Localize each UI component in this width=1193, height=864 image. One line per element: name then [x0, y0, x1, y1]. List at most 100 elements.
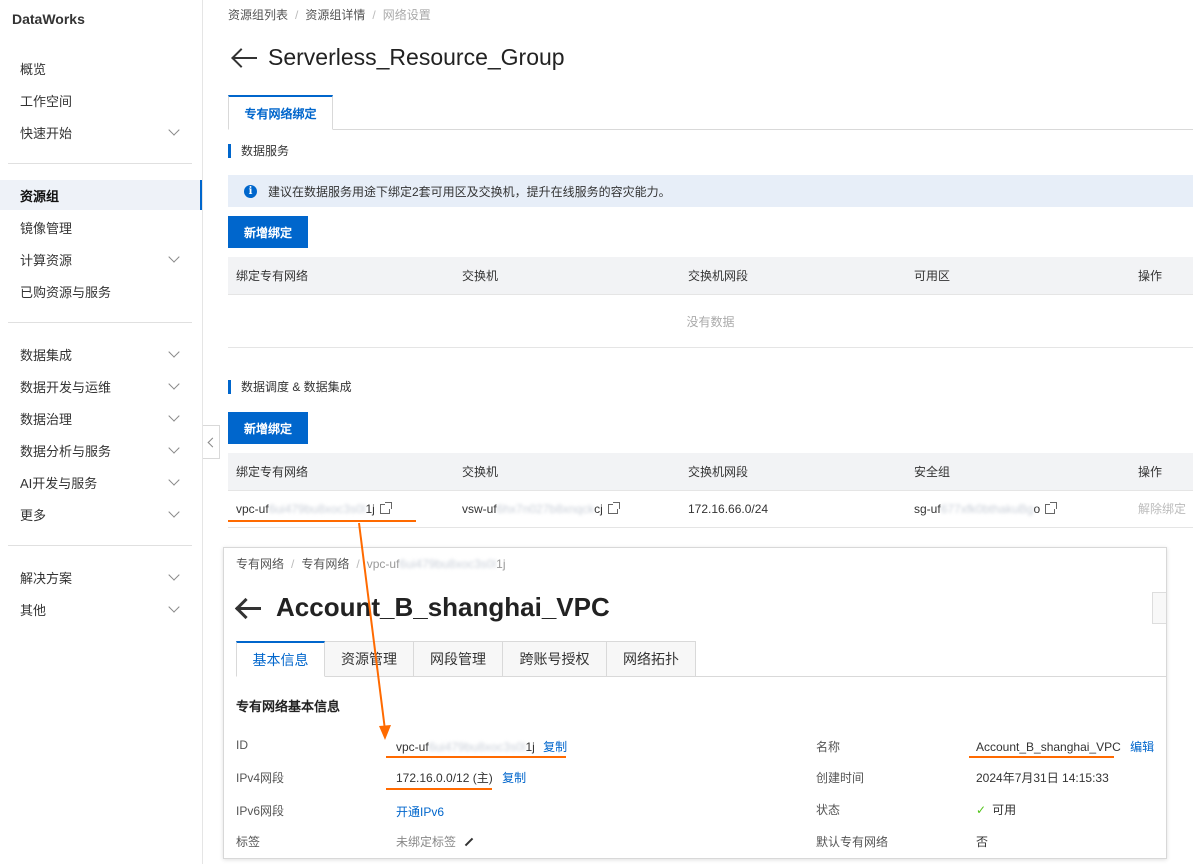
empty-table-message: 没有数据 — [228, 295, 1193, 348]
section-title-data-service: 数据服务 — [228, 144, 289, 158]
tab-cidr-management[interactable]: 网段管理 — [414, 641, 503, 677]
chevron-down-icon — [168, 124, 180, 136]
sidebar-item-label: 工作空间 — [20, 93, 73, 109]
chevron-down-icon — [168, 601, 180, 613]
column-header: 交换机 — [462, 269, 499, 283]
security-group-link[interactable]: sg-uf677xfk0bthakuBgo — [914, 491, 1058, 528]
chevron-down-icon — [168, 410, 180, 422]
tab-resource-management[interactable]: 资源管理 — [325, 641, 414, 677]
unbind-button[interactable]: 解除绑定 — [1138, 491, 1186, 528]
highlight-underline — [386, 756, 566, 758]
edit-name-button[interactable]: 编辑 — [1130, 740, 1154, 754]
highlight-underline — [228, 520, 416, 522]
vswitch-id-suffix: cj — [594, 502, 603, 516]
ipv4-label: IPv4网段 — [236, 771, 285, 785]
default-vpc-label: 默认专有网络 — [816, 835, 889, 849]
breadcrumb-resource-group-list[interactable]: 资源组列表 — [228, 8, 288, 22]
external-link-icon[interactable] — [607, 502, 620, 514]
table-header: 绑定专有网络 交换机 交换机网段 可用区 操作 — [228, 257, 1193, 295]
sidebar-item-data-analysis[interactable]: 数据分析与服务 — [0, 435, 202, 465]
sidebar-item-label: 数据分析与服务 — [20, 443, 112, 459]
external-link-icon[interactable] — [379, 502, 392, 514]
sidebar-item-more[interactable]: 更多 — [0, 499, 202, 529]
column-header: 操作 — [1138, 465, 1163, 479]
sidebar-item-image-management[interactable]: 镜像管理 — [0, 212, 202, 242]
tag-text: 未绑定标签 — [396, 835, 457, 849]
tab-bar: 专有网络绑定 — [228, 95, 1193, 130]
created-value: 2024年7月31日 14:15:33 — [976, 771, 1109, 785]
vpc-name: Account_B_shanghai_VPC — [976, 740, 1121, 754]
ipv6-label: IPv6网段 — [236, 804, 285, 818]
add-binding-button[interactable]: 新增绑定 — [228, 412, 308, 444]
sidebar-item-purchased[interactable]: 已购资源与服务 — [0, 276, 202, 306]
vpc-link[interactable]: vpc-uf6ui479bu8xoc3s0l1j — [236, 491, 392, 528]
highlight-underline — [969, 756, 1114, 758]
sidebar-item-label: 已购资源与服务 — [20, 284, 112, 300]
vpc-detail-panel: 专有网络 / 专有网络 / vpc-uf6ui479bu8xoc3s0l1j Accou… — [223, 547, 1167, 859]
sidebar-item-label: 计算资源 — [20, 252, 73, 268]
tab-cross-account[interactable]: 跨账号授权 — [503, 641, 607, 677]
sidebar-item-label: 更多 — [20, 507, 47, 523]
vpc-id-redacted: 6ui479bu8xoc3s0l — [428, 740, 526, 754]
table-row: vpc-uf6ui479bu8xoc3s0l1j vsw-uf6hx7n027b… — [228, 491, 1193, 528]
back-arrow-icon[interactable] — [232, 48, 258, 68]
status-value: ✓ 可用 — [976, 801, 1016, 818]
security-group-suffix: o — [1033, 502, 1041, 516]
breadcrumb-vpc[interactable]: 专有网络 — [236, 557, 284, 571]
sidebar-item-overview[interactable]: 概览 — [0, 53, 202, 83]
vpc-title: Account_B_shanghai_VPC — [276, 592, 610, 622]
sidebar-item-quickstart[interactable]: 快速开始 — [0, 117, 202, 147]
sidebar-item-label: 镜像管理 — [20, 220, 73, 236]
breadcrumb-vpc-list[interactable]: 专有网络 — [301, 557, 349, 571]
breadcrumb: 资源组列表 / 资源组详情 / 网络设置 — [228, 6, 431, 23]
vpc-id-redacted: 6ui479bu8xoc3s0l — [268, 502, 366, 516]
tag-value: 未绑定标签 — [396, 833, 474, 850]
name-value: Account_B_shanghai_VPC 编辑 — [976, 738, 1154, 755]
created-label: 创建时间 — [816, 771, 865, 785]
vpc-id-value: vpc-uf6ui479bu8xoc3s0l1j 复制 — [396, 738, 567, 755]
breadcrumb-resource-group-detail[interactable]: 资源组详情 — [305, 8, 365, 22]
tab-basic-info[interactable]: 基本信息 — [236, 641, 325, 677]
sidebar-item-label: 其他 — [20, 602, 47, 618]
sidebar-item-label: 数据开发与运维 — [20, 379, 112, 395]
vpc-id-suffix: 1j — [525, 740, 535, 754]
edit-pencil-icon[interactable] — [464, 837, 474, 847]
vpc-basic-info-title: 专有网络基本信息 — [236, 699, 341, 714]
vswitch-link[interactable]: vsw-uf6hx7n027b8xnqckcj — [462, 491, 620, 528]
sidebar-item-data-governance[interactable]: 数据治理 — [0, 403, 202, 433]
sidebar-item-data-integration[interactable]: 数据集成 — [0, 339, 202, 369]
copy-ipv4-button[interactable]: 复制 — [502, 771, 526, 785]
sidebar-item-compute-resource[interactable]: 计算资源 — [0, 244, 202, 274]
enable-ipv6-link[interactable]: 开通IPv6 — [396, 803, 444, 820]
external-link-icon[interactable] — [1045, 502, 1058, 514]
page-title: Serverless_Resource_Group — [268, 44, 565, 70]
tag-label: 标签 — [236, 835, 261, 849]
tab-vpc-binding[interactable]: 专有网络绑定 — [228, 95, 333, 130]
column-header: 安全组 — [914, 465, 951, 479]
back-arrow-icon[interactable] — [236, 598, 262, 618]
sidebar-item-data-dev-ops[interactable]: 数据开发与运维 — [0, 371, 202, 401]
tab-network-topology[interactable]: 网络拓扑 — [607, 641, 696, 677]
vpc-tab-bar: 基本信息 资源管理 网段管理 跨账号授权 网络拓扑 — [236, 641, 1166, 677]
sidebar-item-label: 数据治理 — [20, 411, 73, 427]
sidebar-item-ai-dev[interactable]: AI开发与服务 — [0, 467, 202, 497]
breadcrumb-vpc-id: vpc-uf6ui479bu8xoc3s0l1j — [367, 557, 506, 571]
column-header: 可用区 — [914, 269, 951, 283]
sidebar-collapse-handle[interactable] — [203, 425, 220, 459]
sidebar-item-other[interactable]: 其他 — [0, 594, 202, 624]
security-group-redacted: 677xfk0bthakuBg — [940, 502, 1034, 516]
column-header: 交换机网段 — [688, 269, 749, 283]
chevron-down-icon — [168, 378, 180, 390]
sidebar-item-label: 概览 — [20, 61, 47, 77]
sidebar-item-resource-group[interactable]: 资源组 — [0, 180, 202, 210]
breadcrumb-separator: / — [295, 8, 299, 22]
sidebar-item-solutions[interactable]: 解决方案 — [0, 562, 202, 592]
side-panel-button[interactable] — [1152, 592, 1166, 624]
column-header: 绑定专有网络 — [236, 269, 309, 283]
copy-id-button[interactable]: 复制 — [543, 740, 567, 754]
sidebar-item-label: 解决方案 — [20, 570, 73, 586]
sidebar-item-workspace[interactable]: 工作空间 — [0, 85, 202, 115]
page-header: Serverless_Resource_Group — [232, 44, 565, 71]
add-binding-button[interactable]: 新增绑定 — [228, 216, 308, 248]
name-label: 名称 — [816, 740, 841, 754]
